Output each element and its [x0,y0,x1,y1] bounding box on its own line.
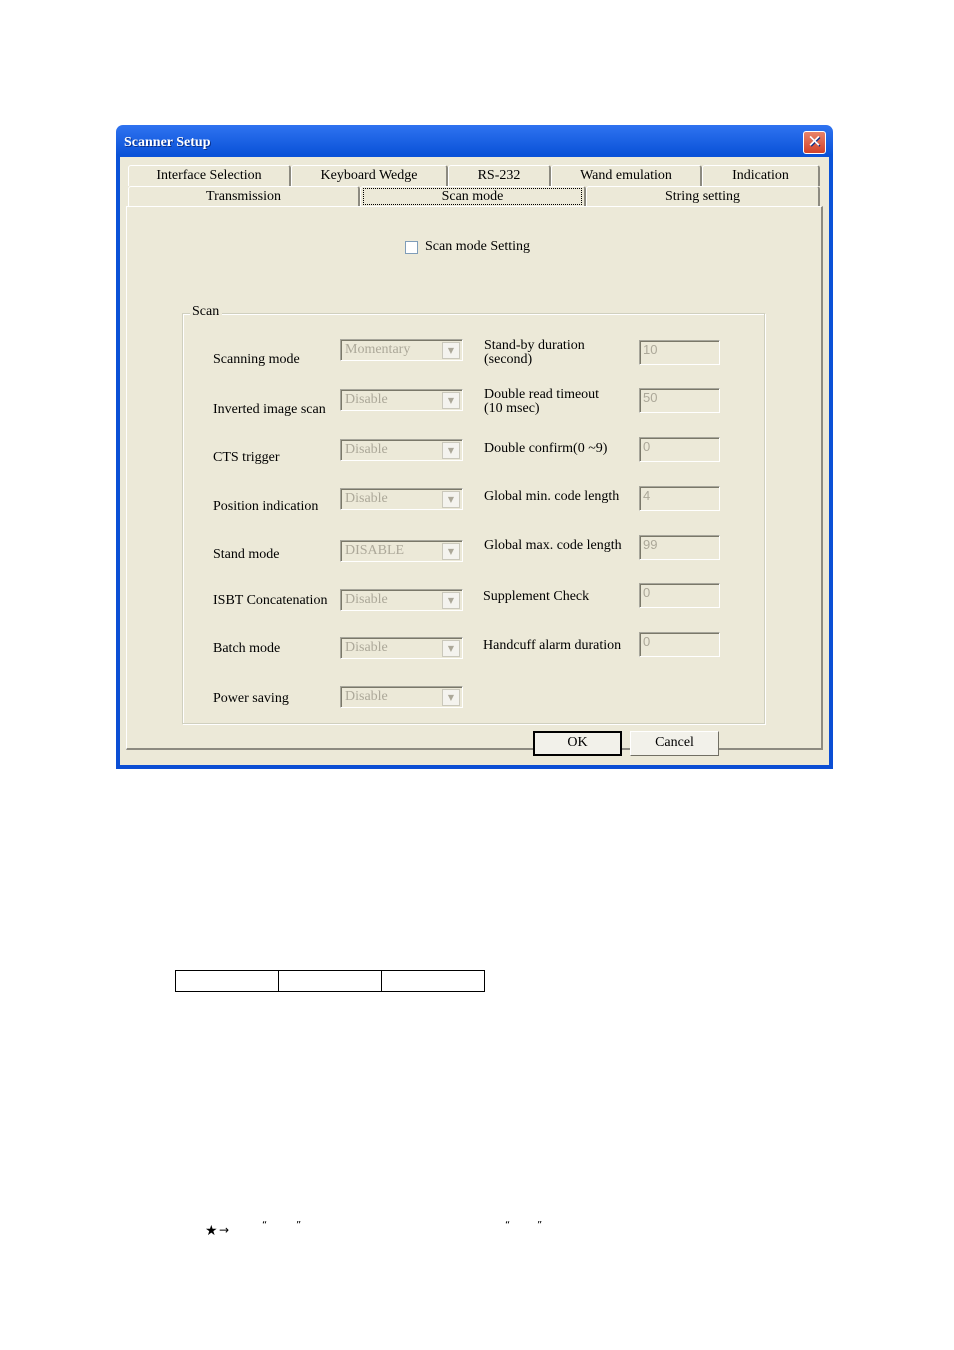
tab-wand-emulation[interactable]: Wand emulation [551,165,702,186]
cts-trigger-select[interactable]: Disable ▼ [340,439,463,461]
double-confirm-label: Double confirm(0 ~9) [484,441,608,456]
scanner-setup-window: Scanner Setup ✕ Interface Selection Keyb… [116,125,833,769]
tab-row-2: Transmission Scan mode String setting [128,186,820,206]
star-icon: ★ [205,1223,218,1239]
position-indication-label: Position indication [213,499,319,514]
global-max-code-length-label: Global max. code length [484,538,622,553]
inverted-image-scan-select[interactable]: Disable ▼ [340,389,463,411]
tab-string-setting[interactable]: String setting [586,186,820,206]
handcuff-alarm-duration-label: Handcuff alarm duration [483,638,622,653]
chevron-down-icon[interactable]: ▼ [442,392,460,409]
table-cell [175,970,279,992]
scanning-mode-label: Scanning mode [213,352,300,367]
scanning-mode-select[interactable]: Momentary ▼ [340,339,463,361]
dialog-client: Interface Selection Keyboard Wedge RS-23… [120,157,829,765]
power-saving-select[interactable]: Disable ▼ [340,686,463,708]
position-indication-select[interactable]: Disable ▼ [340,488,463,510]
cts-trigger-label: CTS trigger [213,450,280,465]
stand-mode-select[interactable]: DISABLE ▼ [340,540,463,562]
scan-mode-setting-checkbox[interactable] [405,240,418,254]
chevron-down-icon[interactable]: ▼ [442,689,460,706]
isbt-concatenation-label: ISBT Concatenation [213,593,328,608]
document-table [175,970,485,992]
tab-rs-232[interactable]: RS-232 [448,165,551,186]
quote-close: ” [296,1220,302,1231]
chevron-down-icon[interactable]: ▼ [442,640,460,657]
double-read-timeout-input[interactable]: 50 [639,388,720,413]
tab-keyboard-wedge[interactable]: Keyboard Wedge [291,165,448,186]
table-cell [278,970,382,992]
tab-row-1: Interface Selection Keyboard Wedge RS-23… [128,165,820,186]
close-icon[interactable]: ✕ [803,131,826,154]
window-title: Scanner Setup [124,135,211,150]
quote-open: “ [262,1220,268,1231]
supplement-check-label: Supplement Check [483,589,590,604]
cancel-button[interactable]: Cancel [630,731,719,756]
chevron-down-icon[interactable]: ▼ [442,442,460,459]
quote-close: ” [537,1220,543,1231]
chevron-down-icon[interactable]: ▼ [442,342,460,359]
tab-indication[interactable]: Indication [702,165,820,186]
arrow-icon: → [219,1223,230,1237]
stand-mode-label: Stand mode [213,547,280,562]
handcuff-alarm-duration-input[interactable]: 0 [639,632,720,657]
title-bar[interactable]: Scanner Setup ✕ [120,125,829,157]
double-confirm-input[interactable]: 0 [639,437,720,462]
power-saving-label: Power saving [213,691,289,706]
scan-groupbox: Scan Scanning mode Momentary ▼ Inverted i… [182,304,765,724]
inverted-image-scan-label: Inverted image scan [213,402,326,417]
tab-interface-selection[interactable]: Interface Selection [128,165,291,186]
chevron-down-icon[interactable]: ▼ [442,491,460,508]
tab-scan-mode[interactable]: Scan mode [360,186,586,206]
standby-duration-input[interactable]: 10 [639,340,720,365]
batch-mode-label: Batch mode [213,641,281,656]
table-cell [381,970,485,992]
scan-mode-setting-checkbox-row[interactable]: Scan mode Setting [405,239,530,255]
supplement-check-input[interactable]: 0 [639,583,720,608]
chevron-down-icon[interactable]: ▼ [442,543,460,560]
global-min-code-length-label: Global min. code length [484,489,620,504]
scan-group-title: Scan [190,304,223,320]
global-min-code-length-input[interactable]: 4 [639,486,720,511]
global-max-code-length-input[interactable]: 99 [639,535,720,560]
chevron-down-icon[interactable]: ▼ [442,592,460,609]
ok-button[interactable]: OK [533,731,622,756]
batch-mode-select[interactable]: Disable ▼ [340,637,463,659]
isbt-concatenation-select[interactable]: Disable ▼ [340,589,463,611]
standby-duration-label: Stand-by duration (second) [484,338,585,367]
quote-open: “ [505,1220,511,1231]
scan-mode-panel: Scan mode Setting Scan Scanning mode Mom… [126,206,823,750]
double-read-timeout-label: Double read timeout (10 msec) [484,387,600,416]
tab-transmission[interactable]: Transmission [128,186,360,206]
scan-mode-setting-label: Scan mode Setting [425,239,530,254]
